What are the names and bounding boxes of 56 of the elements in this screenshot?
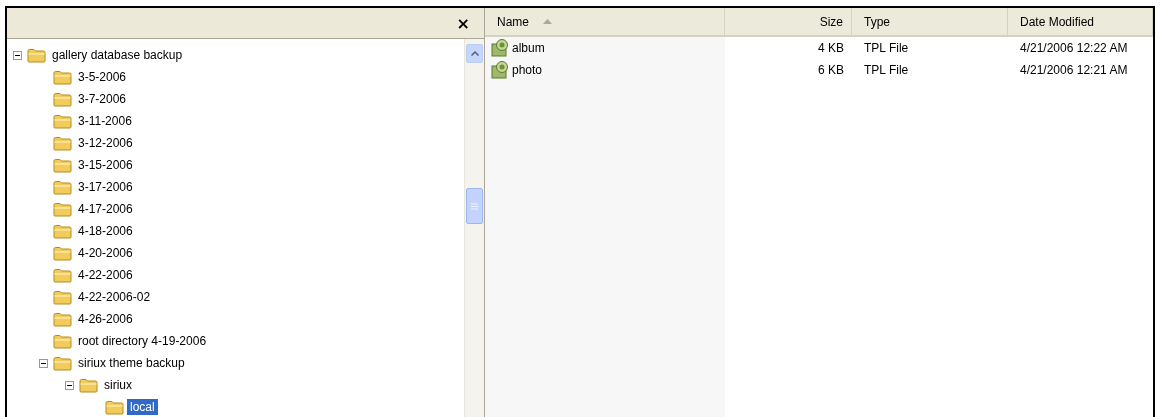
- folder-icon: [53, 289, 72, 305]
- tree-item[interactable]: 4-18-2006: [75, 223, 136, 239]
- folder-icon: [53, 333, 72, 349]
- folder-icon: [53, 113, 72, 129]
- folder-icon: [53, 135, 72, 151]
- folder-icon: [53, 223, 72, 239]
- folder-icon: [27, 47, 46, 63]
- collapse-icon[interactable]: [13, 50, 22, 60]
- file-name[interactable]: album: [512, 41, 545, 55]
- folder-icon: [53, 179, 72, 195]
- tree-item[interactable]: local: [127, 399, 158, 415]
- file-date-modified: 4/21/2006 12:21 AM: [1019, 62, 1129, 79]
- folder-icon: [79, 377, 98, 393]
- folder-icon: [53, 267, 72, 283]
- folder-icon: [53, 157, 72, 173]
- scrollbar[interactable]: [464, 39, 484, 417]
- tree-item[interactable]: 4-20-2006: [75, 245, 136, 261]
- column-header[interactable]: Size: [725, 8, 852, 35]
- collapse-icon[interactable]: [65, 380, 74, 390]
- column-header[interactable]: Name: [485, 8, 725, 35]
- folder-icon: [53, 311, 72, 327]
- tree-item[interactable]: 4-22-2006: [75, 267, 136, 283]
- tree-item[interactable]: siriux theme backup: [75, 355, 188, 371]
- close-button[interactable]: ×: [452, 13, 474, 33]
- caret-up-icon: [470, 51, 479, 56]
- tree-item[interactable]: 4-26-2006: [75, 311, 136, 327]
- folder-icon: [53, 201, 72, 217]
- tree-item[interactable]: 3-12-2006: [75, 135, 136, 151]
- file-type: TPL File: [863, 40, 910, 57]
- tree-item[interactable]: 3-5-2006: [75, 69, 130, 85]
- tree-item[interactable]: siriux: [101, 377, 135, 393]
- tree-item[interactable]: 3-15-2006: [75, 157, 136, 173]
- tree-item[interactable]: 3-7-2006: [75, 91, 130, 107]
- tree-item[interactable]: 3-11-2006: [75, 113, 135, 129]
- folder-icon: [53, 91, 72, 107]
- file-date-modified: 4/21/2006 12:22 AM: [1019, 40, 1129, 57]
- tree-item[interactable]: 3-17-2006: [75, 179, 136, 195]
- file-name[interactable]: photo: [512, 63, 543, 77]
- collapse-icon[interactable]: [39, 358, 48, 368]
- file-size: 6 KB: [817, 62, 845, 79]
- folder-icon: [105, 399, 124, 415]
- tree-item[interactable]: 4-22-2006-02: [75, 289, 154, 305]
- file-size: 4 KB: [817, 40, 845, 57]
- tree-item[interactable]: root directory 4-19-2006: [75, 333, 210, 349]
- file-icon: [491, 61, 509, 79]
- folder-icon: [53, 355, 72, 371]
- file-icon: [491, 39, 509, 57]
- folder-icon: [53, 69, 72, 85]
- tree-item[interactable]: gallery database backup: [49, 47, 186, 63]
- folder-icon: [53, 245, 72, 261]
- grip-icon: [471, 202, 478, 210]
- scroll-thumb[interactable]: [466, 188, 483, 224]
- column-header[interactable]: Date Modified: [1008, 8, 1153, 35]
- file-type: TPL File: [863, 62, 910, 79]
- column-header[interactable]: Type: [852, 8, 1008, 35]
- tree-item[interactable]: 4-17-2006: [75, 201, 136, 217]
